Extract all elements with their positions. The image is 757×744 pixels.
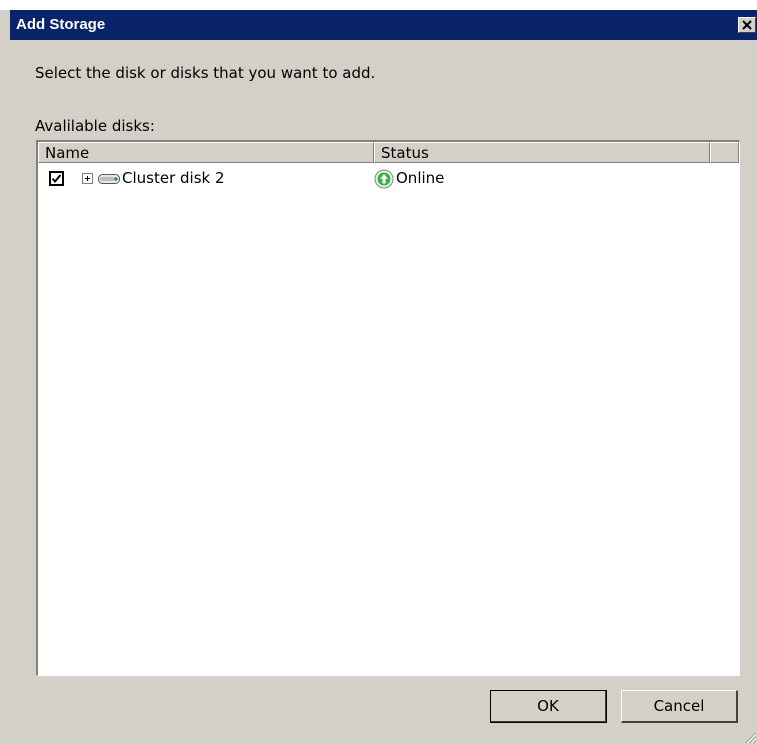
list-header: Name Status (38, 142, 739, 163)
available-disks-label: Avalilable disks: (35, 117, 155, 135)
disk-name: Cluster disk 2 (122, 169, 225, 187)
column-header-filler (710, 142, 739, 163)
background-strip (0, 0, 757, 10)
add-storage-dialog: Add Storage Select the disk or disks tha… (10, 10, 757, 744)
window-title: Add Storage (16, 16, 106, 33)
title-bar[interactable]: Add Storage (10, 10, 757, 40)
online-arrow-icon (374, 169, 394, 189)
close-button[interactable] (738, 17, 756, 33)
checkmark-icon (51, 174, 62, 184)
cancel-button[interactable]: Cancel (621, 690, 738, 723)
expand-toggle[interactable] (82, 173, 93, 184)
column-header-name[interactable]: Name (38, 142, 374, 163)
disk-icon (98, 174, 120, 184)
instruction-text: Select the disk or disks that you want t… (35, 64, 376, 82)
plus-icon (85, 176, 90, 181)
disk-checkbox[interactable] (49, 171, 64, 186)
status-value: Online (396, 169, 445, 187)
table-row[interactable]: Cluster disk 2 Online (38, 167, 738, 189)
ok-button[interactable]: OK (490, 690, 607, 723)
disk-list[interactable]: Name Status Cluster disk 2 Online (36, 140, 740, 676)
close-icon (742, 20, 752, 30)
resize-grip-icon[interactable] (743, 730, 757, 744)
column-header-status[interactable]: Status (374, 142, 710, 163)
